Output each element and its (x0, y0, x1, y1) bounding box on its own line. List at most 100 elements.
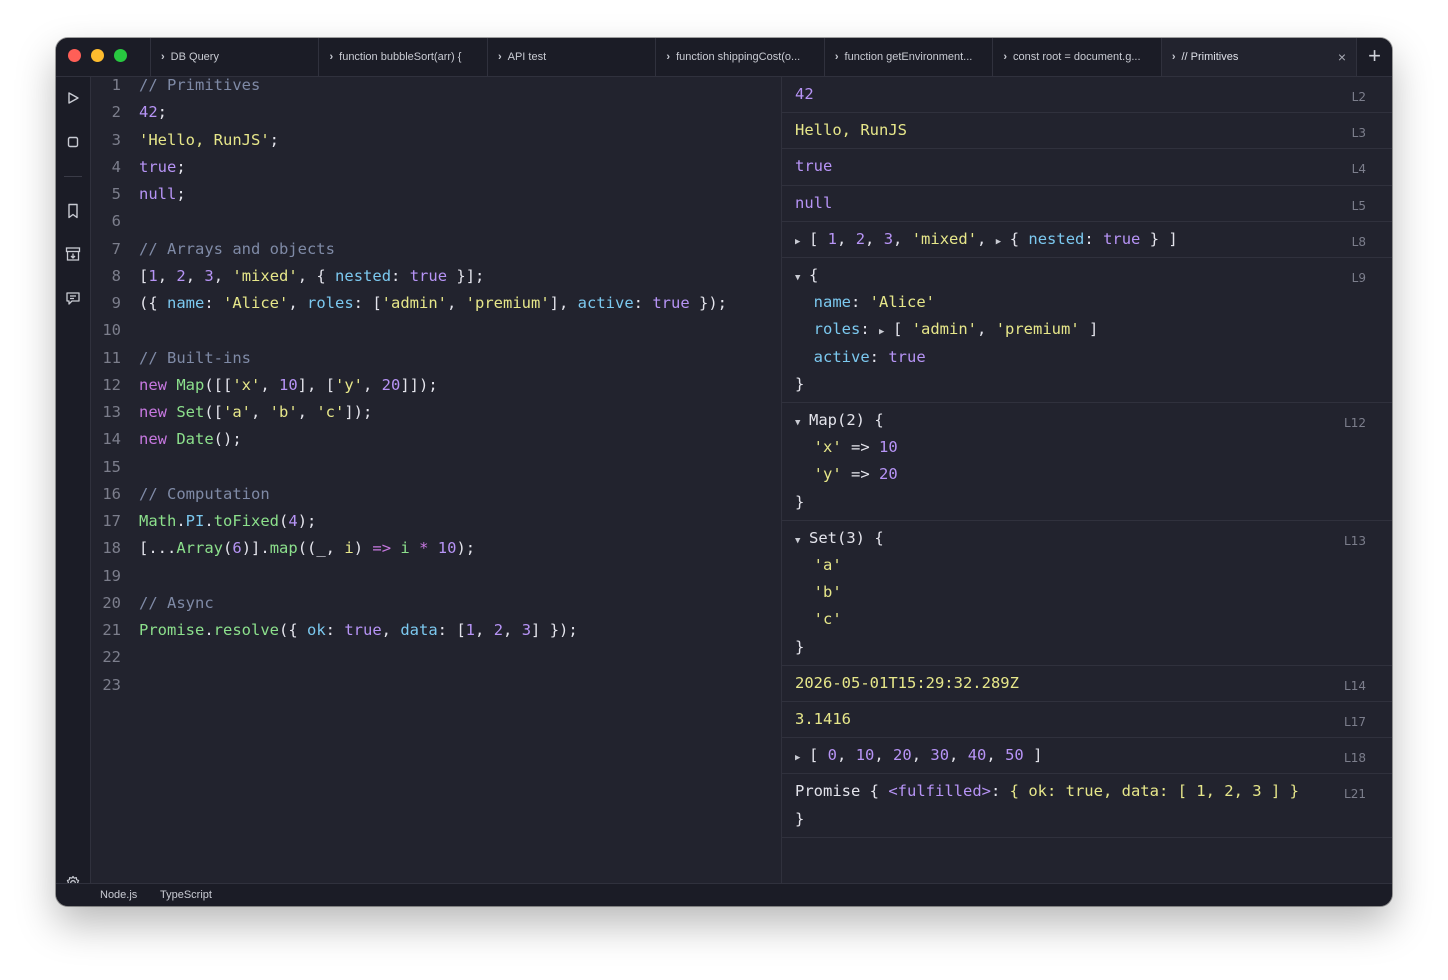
archive-icon[interactable] (64, 245, 82, 263)
line-reference[interactable]: L17 (1344, 715, 1366, 729)
code-line[interactable]: 8 [1, 2, 3, 'mixed', { nested: true }]; (91, 263, 781, 290)
collapse-triangle-icon[interactable]: ▼ (795, 528, 809, 555)
code-line[interactable]: 21 Promise.resolve({ ok: true, data: [1, … (91, 617, 781, 644)
new-tab-button[interactable]: + (1356, 38, 1392, 76)
code-token: : (633, 294, 653, 312)
output-token: 'y' (813, 465, 842, 484)
line-reference[interactable]: L9 (1352, 271, 1366, 285)
play-icon[interactable] (64, 89, 82, 107)
output-entry[interactable]: ▼ Set(3) { 'a' 'b' 'c'} L13 (782, 521, 1392, 666)
code-text: // Arrays and objects (139, 236, 335, 263)
code-line[interactable]: 20 // Async (91, 590, 781, 617)
code-line[interactable]: 11 // Built-ins (91, 345, 781, 372)
line-reference[interactable]: L3 (1352, 126, 1366, 140)
tab-3[interactable]: › API test (486, 38, 655, 76)
line-reference[interactable]: L4 (1352, 162, 1366, 176)
output-entry[interactable]: Hello, RunJS L3 (782, 113, 1392, 150)
output-entry[interactable]: ▼{ name: 'Alice' roles: ▶[ 'admin', 'pre… (782, 258, 1392, 403)
tab-5[interactable]: › function getEnvironment... (823, 38, 992, 76)
code-line[interactable]: 14 new Date(); (91, 426, 781, 453)
output-token: 'Alice' (869, 293, 935, 312)
tab-7[interactable]: › // Primitives × (1160, 38, 1357, 76)
code-token: [... (139, 539, 177, 558)
code-line[interactable]: 7 // Arrays and objects (91, 236, 781, 263)
output-token: , (977, 320, 996, 339)
code-line[interactable]: 9 ({ name: 'Alice', roles: ['admin', 'pre… (91, 290, 781, 317)
code-line[interactable]: 19 (91, 563, 781, 590)
code-line[interactable]: 23 (91, 672, 781, 699)
code-line[interactable]: 1 // Primitives (91, 72, 781, 99)
status-bar: Node.js TypeScript (56, 883, 1392, 906)
output-token: , (874, 746, 894, 765)
collapse-triangle-icon[interactable]: ▼ (795, 265, 809, 292)
close-window-button[interactable] (68, 49, 81, 62)
line-reference[interactable]: L12 (1344, 416, 1366, 430)
code-line[interactable]: 16 // Computation (91, 481, 781, 508)
expand-triangle-icon[interactable]: ▶ (795, 745, 809, 772)
code-token: 'Alice' (223, 294, 289, 312)
output-token: , (893, 229, 912, 248)
chevron-right-icon: › (666, 51, 671, 63)
code-line[interactable]: 3 'Hello, RunJS'; (91, 127, 781, 154)
output-line: ▶[ 0, 10, 20, 30, 40, 50 ] (795, 742, 1042, 772)
chat-icon[interactable] (64, 289, 82, 307)
code-token: 1 (148, 266, 158, 285)
collapse-triangle-icon[interactable]: ▼ (795, 410, 809, 437)
expand-triangle-icon[interactable]: ▶ (795, 229, 809, 256)
zoom-window-button[interactable] (114, 49, 127, 62)
output-entry[interactable]: ▶[ 1, 2, 3, 'mixed', ▶{ nested: true } ]… (782, 222, 1392, 258)
tab-1[interactable]: › DB Query (150, 38, 318, 76)
output-entry[interactable]: ▼ Map(2) { 'x' => 10 'y' => 20} L12 (782, 403, 1392, 521)
stop-icon[interactable] (64, 133, 82, 151)
line-reference[interactable]: L21 (1344, 787, 1366, 801)
output-token: 42 (795, 85, 814, 103)
code-token: ); (456, 539, 476, 558)
code-token: nested (335, 266, 392, 285)
output-entry[interactable]: Promise { <fulfilled>: { ok: true, data:… (782, 774, 1392, 838)
code-line[interactable]: 22 (91, 644, 781, 671)
output-entry[interactable]: true L4 (782, 149, 1392, 186)
code-token: ; (176, 157, 186, 176)
output-line: null (795, 190, 832, 217)
code-line[interactable]: 18 [...Array(6)].map((_, i) => i * 10); (91, 535, 781, 562)
output-entry[interactable]: 2026-05-01T15:29:32.289Z L14 (782, 666, 1392, 702)
line-reference[interactable]: L14 (1344, 679, 1366, 693)
code-token: 'c' (316, 403, 345, 421)
line-reference[interactable]: L5 (1352, 199, 1366, 213)
line-reference[interactable]: L2 (1352, 90, 1366, 104)
code-line[interactable]: 2 42; (91, 99, 781, 126)
code-token: ({ (279, 621, 307, 639)
language-selector[interactable]: TypeScript (160, 884, 212, 906)
code-line[interactable]: 15 (91, 454, 781, 481)
bookmark-icon[interactable] (64, 202, 82, 220)
tab-2[interactable]: › function bubbleSort(arr) { (318, 38, 486, 76)
code-token: , (251, 403, 270, 421)
code-line[interactable]: 17 Math.PI.toFixed(4); (91, 508, 781, 535)
line-reference[interactable]: L18 (1344, 751, 1366, 765)
expand-triangle-icon[interactable]: ▶ (996, 229, 1010, 256)
output-entry[interactable]: 42 L2 (782, 77, 1392, 114)
code-token: }]; (447, 266, 485, 285)
runtime-selector[interactable]: Node.js (100, 884, 137, 906)
output-entry[interactable]: 3.1416 L17 (782, 702, 1392, 739)
code-line[interactable]: 13 new Set(['a', 'b', 'c']); (91, 399, 781, 426)
line-reference[interactable]: L8 (1352, 235, 1366, 249)
code-token: , (447, 294, 466, 312)
code-line[interactable]: 12 new Map([['x', 10], ['y', 20]]); (91, 372, 781, 399)
code-token: ], (549, 294, 578, 312)
code-text: // Async (139, 590, 214, 617)
code-editor[interactable]: 1// Primitives 2 42; 3 'Hello, RunJS'; 4 true;… (91, 76, 781, 883)
line-reference[interactable]: L13 (1344, 534, 1366, 548)
output-entry[interactable]: null L5 (782, 186, 1392, 222)
expand-triangle-icon[interactable]: ▶ (879, 319, 893, 346)
output-entry[interactable]: ▶[ 0, 10, 20, 30, 40, 50 ] L18 (782, 738, 1392, 775)
code-token: Date (176, 430, 214, 449)
tab-4[interactable]: › function shippingCost(o... (655, 38, 823, 76)
code-line[interactable]: 4 true; (91, 154, 781, 181)
tab-6[interactable]: › const root = document.g... (992, 38, 1160, 76)
code-line[interactable]: 6 (91, 208, 781, 235)
close-icon[interactable]: × (1338, 38, 1346, 76)
code-line[interactable]: 5 null; (91, 181, 781, 208)
code-line[interactable]: 10 (91, 317, 781, 344)
minimize-window-button[interactable] (91, 49, 104, 62)
